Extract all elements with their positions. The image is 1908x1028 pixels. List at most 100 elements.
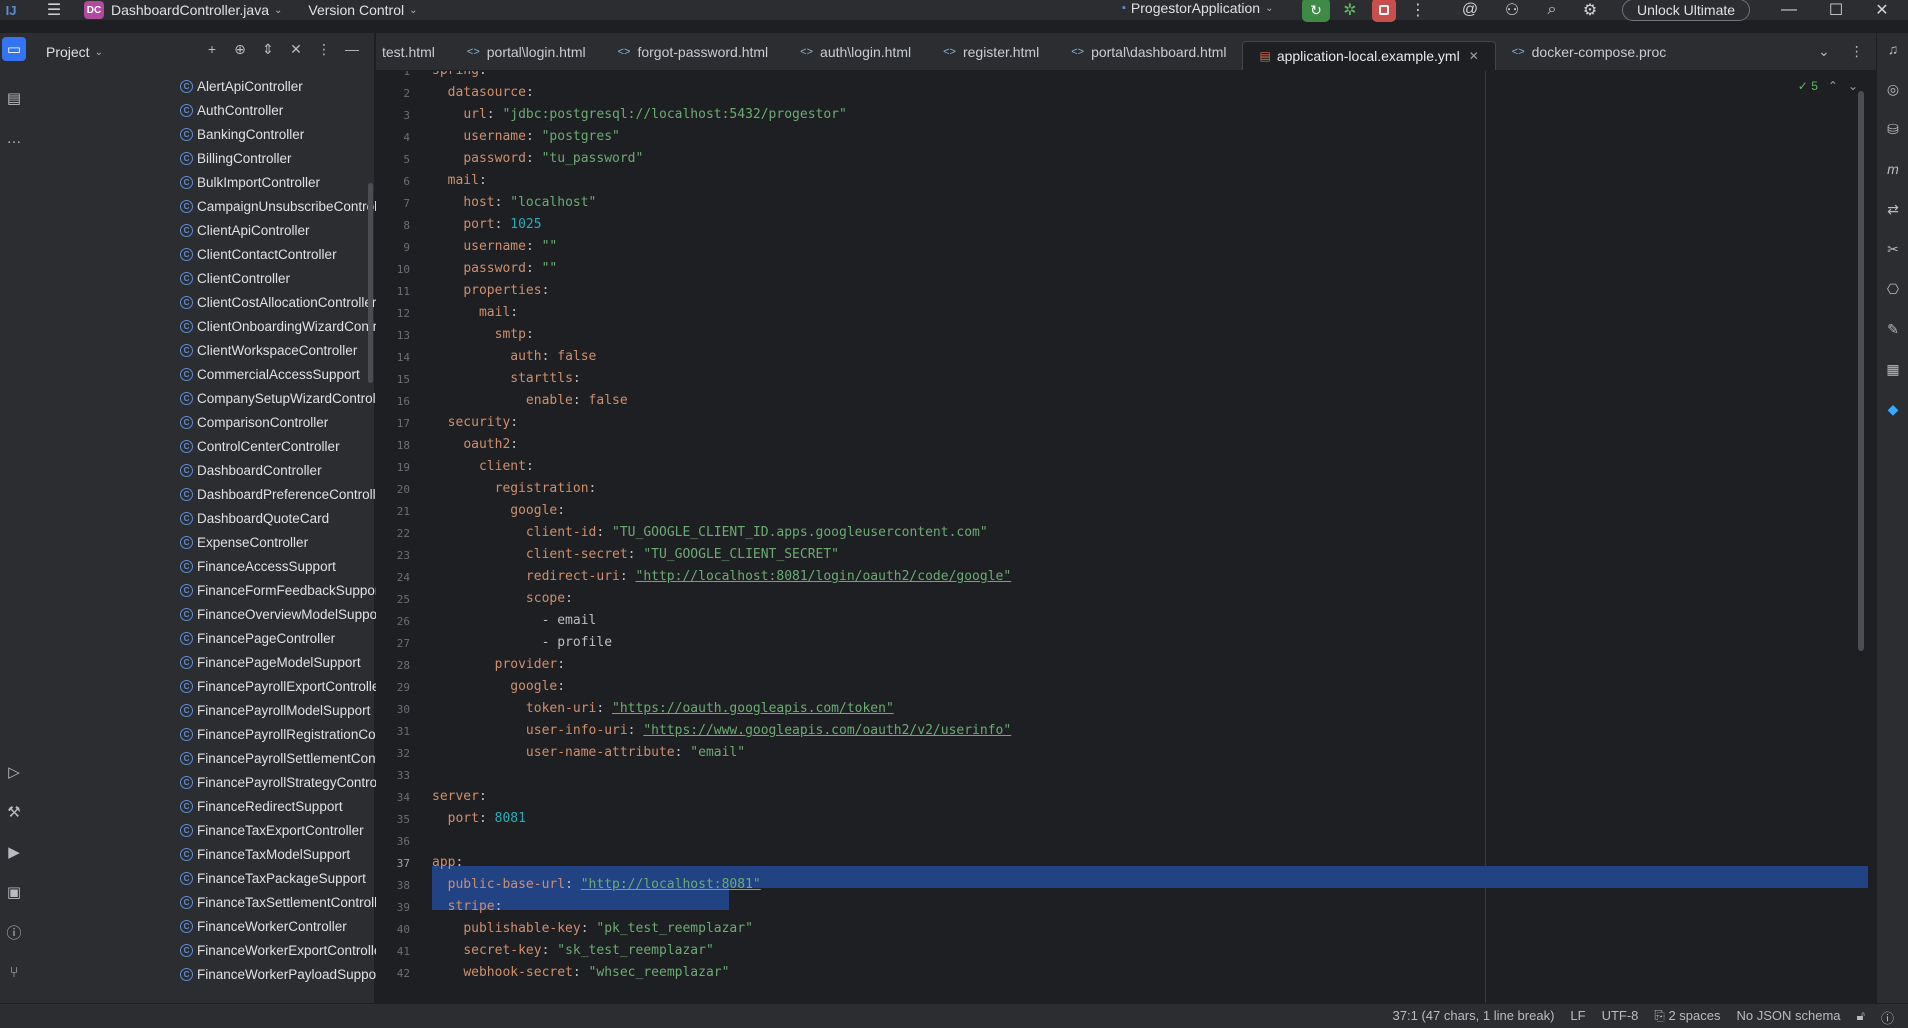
notifications-icon[interactable]: ⓘ <box>1881 1008 1894 1027</box>
project-tree-item[interactable]: C FinancePageController <box>180 628 335 648</box>
project-tree-item[interactable]: C FinanceTaxPackageSupport <box>180 868 366 888</box>
caret-position[interactable]: 37:1 (47 chars, 1 line break) <box>1393 1008 1555 1027</box>
project-tree-item[interactable]: C FinanceWorkerController <box>180 916 347 936</box>
structure-icon[interactable]: ▤ <box>2 86 26 110</box>
project-tree-item[interactable]: C AuthController <box>180 100 283 120</box>
main-menu-icon[interactable]: ☰ <box>40 0 68 20</box>
project-tree-item[interactable]: C FinancePayrollSettlementController <box>180 748 409 768</box>
project-tree-item[interactable]: C FinanceFormFeedbackSupport <box>180 580 383 600</box>
locate-target-icon[interactable]: ⊕ <box>230 41 250 58</box>
collapse-all-icon[interactable]: ✕ <box>286 41 306 58</box>
editor-tab[interactable]: test.html <box>376 33 451 70</box>
version-control-menu[interactable]: Version Control ⌄ <box>308 2 417 18</box>
project-tree-item[interactable]: C ClientCostAllocationController <box>180 292 376 312</box>
editor-scrollbar[interactable] <box>1858 91 1864 651</box>
project-tree-item[interactable]: C CampaignUnsubscribeController <box>180 196 392 216</box>
run-icon[interactable]: ▷ <box>2 760 26 784</box>
project-tree-item[interactable]: C AlertApiController <box>180 76 303 96</box>
project-switcher[interactable]: DC DashboardController.java ⌄ <box>84 1 282 19</box>
project-tree-item[interactable]: C ClientWorkspaceController <box>180 340 357 360</box>
previous-highlight-icon[interactable]: ⌃ <box>1828 79 1838 93</box>
rerun-button[interactable]: ↻ <box>1302 0 1330 22</box>
more-tools-icon[interactable]: … <box>2 126 26 150</box>
maximize-icon[interactable]: ☐ <box>1822 0 1850 20</box>
hide-panel-icon[interactable]: — <box>342 41 362 58</box>
plugin-icon[interactable]: ⎔ <box>1881 277 1905 301</box>
project-tree-item[interactable]: C FinancePayrollModelSupport <box>180 700 370 720</box>
project-tree-item[interactable]: C CommercialAccessSupport <box>180 364 360 384</box>
preview-icon[interactable]: ▦ <box>1881 357 1905 381</box>
search-icon[interactable]: ⌕ <box>1538 0 1566 20</box>
project-tree-item[interactable]: C FinanceTaxModelSupport <box>180 844 350 864</box>
notifications-bell-icon[interactable]: ♫ <box>1881 37 1905 61</box>
editor-tab[interactable]: <> forgot-password.html <box>602 33 785 70</box>
add-icon[interactable]: + <box>202 41 222 58</box>
editor-tab[interactable]: <> register.html <box>927 33 1055 70</box>
project-tree-item[interactable]: C CompanySetupWizardController <box>180 388 391 408</box>
code-with-me-icon[interactable]: ⚇ <box>1498 0 1526 20</box>
services-icon[interactable]: ▶ <box>2 840 26 864</box>
git-branch-icon[interactable]: ⑂ <box>2 960 26 984</box>
stop-button[interactable] <box>1372 0 1396 22</box>
maven-icon[interactable]: m <box>1881 157 1905 181</box>
close-tab-icon[interactable]: ✕ <box>1469 49 1479 63</box>
project-tree-item[interactable]: C DashboardQuoteCard <box>180 508 329 528</box>
next-highlight-icon[interactable]: ⌄ <box>1848 79 1858 93</box>
edit-pencil-icon[interactable]: ✎ <box>1881 317 1905 341</box>
project-tree-item[interactable]: C FinanceRedirectSupport <box>180 796 343 816</box>
editor-tab[interactable]: ▤ application-local.example.yml ✕ <box>1242 40 1496 70</box>
code-editor[interactable]: spring: datasource: url: "jdbc:postgresq… <box>376 71 1868 1003</box>
project-tree-item[interactable]: C ComparisonController <box>180 412 328 432</box>
editor-tab[interactable]: <> docker-compose.proc <box>1496 33 1682 70</box>
run-config-selector[interactable]: ▪ ProgestorApplication ⌄ <box>1122 0 1273 16</box>
project-tree-item[interactable]: C FinanceTaxExportController <box>180 820 364 840</box>
json-schema[interactable]: No JSON schema <box>1737 1008 1841 1027</box>
tabs-more-icon[interactable]: ⋮ <box>1850 43 1864 60</box>
project-tree-item[interactable]: C ExpenseController <box>180 532 308 552</box>
endpoints-icon[interactable]: ⇄ <box>1881 197 1905 221</box>
project-tree-item[interactable]: C FinancePayrollExportController <box>180 676 384 696</box>
database-icon[interactable]: ⛁ <box>1881 117 1905 141</box>
tabs-dropdown-icon[interactable]: ⌄ <box>1818 43 1830 60</box>
more-actions-icon[interactable]: ⋮ <box>1404 0 1432 20</box>
build-hammer-icon[interactable]: ⚒ <box>2 800 26 824</box>
tools-icon[interactable]: ✂ <box>1881 237 1905 261</box>
project-tree-item[interactable]: C ControlCenterController <box>180 436 340 456</box>
project-tree-item[interactable]: C ClientController <box>180 268 290 288</box>
project-tree-item[interactable]: C FinanceTaxSettlementController <box>180 892 389 912</box>
indent-setting[interactable]: ⎘ 2 spaces <box>1654 1008 1720 1027</box>
terminal-icon[interactable]: ▣ <box>2 880 26 904</box>
minimize-icon[interactable]: — <box>1775 0 1803 20</box>
editor-tab[interactable]: <> portal\login.html <box>451 33 602 70</box>
diamond-plugin-icon[interactable]: ◆ <box>1881 397 1905 421</box>
project-tree-item[interactable]: C BankingController <box>180 124 304 144</box>
line-ending[interactable]: LF <box>1570 1008 1585 1027</box>
ai-assistant-icon[interactable]: @ <box>1456 0 1484 20</box>
project-tree-item[interactable]: C BulkImportController <box>180 172 320 192</box>
close-icon[interactable]: ✕ <box>1868 0 1896 20</box>
project-tree-item[interactable]: C FinanceOverviewModelSupport <box>180 604 385 624</box>
editor-tab[interactable]: <> auth\login.html <box>784 33 927 70</box>
project-tree-item[interactable]: C FinanceAccessSupport <box>180 556 336 576</box>
project-scrollbar[interactable] <box>368 183 373 383</box>
inspection-widget[interactable]: ✓ 5 ⌃ ⌄ <box>1798 79 1858 93</box>
project-tree-item[interactable]: C ClientApiController <box>180 220 310 240</box>
project-tree-item[interactable]: C FinancePayrollStrategyController <box>180 772 395 792</box>
project-tree-item[interactable]: C BillingController <box>180 148 292 168</box>
project-tree-item[interactable]: C DashboardController <box>180 460 322 480</box>
project-tree-item[interactable]: C FinanceWorkerPayloadSupport <box>180 964 384 984</box>
project-tree-item[interactable]: C FinancePageModelSupport <box>180 652 361 672</box>
file-encoding[interactable]: UTF-8 <box>1602 1008 1639 1027</box>
settings-gear-icon[interactable]: ⚙ <box>1576 0 1604 20</box>
project-tree-item[interactable]: C ClientContactController <box>180 244 337 264</box>
options-icon[interactable]: ⋮ <box>314 41 334 58</box>
debug-icon[interactable]: ✲ <box>1336 0 1364 20</box>
unlock-ultimate-button[interactable]: Unlock Ultimate <box>1622 0 1751 21</box>
project-tree-item[interactable]: C FinanceWorkerExportController <box>180 940 386 960</box>
readonly-lock-icon[interactable]: 🔓︎ <box>1857 1008 1865 1027</box>
project-folder-icon[interactable]: ▭ <box>2 37 26 61</box>
expand-all-icon[interactable]: ⇕ <box>258 41 278 58</box>
problems-icon[interactable]: ⓘ <box>2 920 26 944</box>
ai-chat-icon[interactable]: ◎ <box>1881 77 1905 101</box>
editor-tab[interactable]: <> portal\dashboard.html <box>1055 33 1242 70</box>
